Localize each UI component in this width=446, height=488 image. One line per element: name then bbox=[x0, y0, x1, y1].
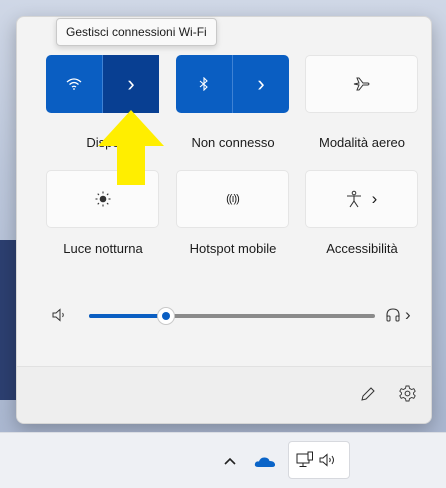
accessibility-icon bbox=[346, 190, 361, 208]
panel-footer bbox=[17, 366, 431, 423]
wallpaper-dark-strip bbox=[0, 240, 16, 400]
chevron-right-icon: › bbox=[127, 71, 135, 96]
mobile-hotspot-tile[interactable]: ((ı)) bbox=[176, 170, 289, 228]
chevron-right-icon: › bbox=[257, 71, 265, 96]
airplane-tile-label: Modalità aereo bbox=[319, 135, 405, 150]
headphones-icon bbox=[386, 308, 400, 322]
wifi-icon bbox=[66, 78, 82, 90]
bluetooth-manage-button[interactable]: › bbox=[232, 55, 289, 113]
audio-output-button[interactable]: › bbox=[385, 305, 411, 325]
wifi-manage-connections-button[interactable]: › bbox=[102, 55, 159, 113]
brightness-icon bbox=[95, 191, 110, 207]
volume-slider-fill bbox=[89, 314, 167, 318]
highlight-arrow-up-icon bbox=[98, 110, 164, 185]
volume-icon[interactable] bbox=[318, 453, 340, 467]
wifi-tile: › bbox=[46, 55, 159, 113]
taskbar bbox=[0, 432, 446, 488]
hotspot-label: Hotspot mobile bbox=[189, 241, 277, 256]
pencil-icon[interactable] bbox=[360, 386, 376, 402]
airplane-icon bbox=[353, 77, 369, 91]
speaker-icon[interactable] bbox=[51, 308, 67, 322]
chevron-right-icon: › bbox=[405, 305, 411, 324]
bluetooth-tile-label: Non connesso bbox=[191, 135, 275, 150]
bluetooth-icon bbox=[199, 77, 208, 91]
onedrive-icon[interactable] bbox=[254, 456, 276, 468]
quick-settings-panel: › › Dispo Non connesso Modalità aereo bbox=[16, 16, 432, 424]
night-light-label: Luce notturna bbox=[63, 241, 143, 256]
airplane-mode-tile[interactable] bbox=[305, 55, 418, 113]
chevron-up-icon[interactable] bbox=[224, 456, 236, 466]
chevron-right-icon: › bbox=[371, 189, 378, 208]
volume-slider-thumb[interactable] bbox=[157, 307, 176, 325]
network-icon[interactable] bbox=[296, 451, 314, 469]
wifi-manage-tooltip: Gestisci connessioni Wi-Fi bbox=[56, 18, 217, 46]
wifi-toggle-button[interactable] bbox=[46, 55, 102, 113]
bluetooth-tile: › bbox=[176, 55, 289, 113]
accessibility-label: Accessibilità bbox=[326, 241, 398, 256]
gear-icon[interactable] bbox=[399, 385, 416, 402]
volume-slider[interactable] bbox=[89, 307, 375, 325]
bluetooth-toggle-button[interactable] bbox=[176, 55, 232, 113]
hotspot-icon: ((ı)) bbox=[226, 193, 240, 205]
accessibility-tile[interactable]: › bbox=[305, 170, 418, 228]
